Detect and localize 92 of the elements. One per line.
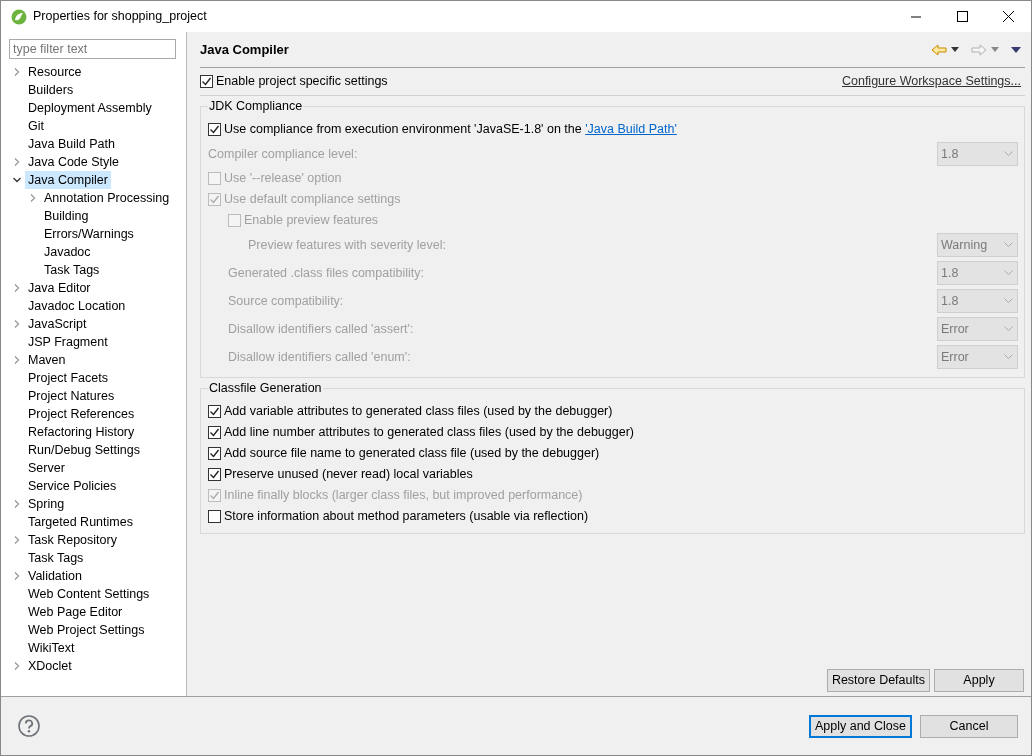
combo-label: Generated .class files compatibility: <box>228 264 424 282</box>
tree-item[interactable]: Annotation Processing <box>41 189 173 207</box>
checkbox-label: Use default compliance settings <box>224 191 401 209</box>
tree-item[interactable]: Project Natures <box>25 387 118 405</box>
dialog-button[interactable]: Apply and Close <box>808 714 912 738</box>
checkbox[interactable] <box>208 468 221 481</box>
tree-item[interactable]: Validation <box>25 567 85 585</box>
checkbox-label: Add variable attributes to generated class files (used by the debugger) <box>224 403 613 421</box>
leaf-logo-icon <box>11 8 27 25</box>
page-title: Java Compiler <box>200 40 289 59</box>
tree-item[interactable]: Javadoc <box>41 243 94 261</box>
window-title: Properties for shopping_project <box>33 8 207 26</box>
tree-item[interactable]: Web Content Settings <box>25 585 153 603</box>
configure-workspace-link[interactable]: Configure Workspace Settings... <box>841 72 1021 91</box>
combo-label: Source compatibility: <box>228 292 344 310</box>
tree-item[interactable]: Java Editor <box>25 279 94 297</box>
tree-item[interactable]: Java Build Path <box>25 135 118 153</box>
chevron-right-icon[interactable] <box>13 500 21 508</box>
chevron-down-icon[interactable] <box>13 176 21 184</box>
chevron-down-icon <box>1004 151 1013 157</box>
apply-button[interactable]: Apply <box>934 669 1024 692</box>
caret-down-icon[interactable] <box>951 47 959 52</box>
tree-item[interactable]: Web Page Editor <box>25 603 126 621</box>
chevron-down-icon <box>1004 298 1013 304</box>
tree-item[interactable]: Java Code Style <box>25 153 123 171</box>
chevron-right-icon[interactable] <box>13 158 21 166</box>
combo-label: Disallow identifiers called 'enum': <box>228 348 411 366</box>
checkbox-label: Enable preview features <box>244 212 379 230</box>
help-icon[interactable] <box>18 715 40 737</box>
build-path-link[interactable]: 'Java Build Path' <box>585 122 677 137</box>
checkbox-label: Add source file name to generated class file (used by the debugger) <box>224 445 600 463</box>
checkbox-label: Inline finally blocks (larger class files, but improved performance) <box>224 487 583 505</box>
checkbox-label: Preserve unused (never read) local variables <box>224 466 473 484</box>
tree-item[interactable]: Java Compiler <box>25 171 111 189</box>
tree-item[interactable]: Spring <box>25 495 68 513</box>
tree-item[interactable]: Run/Debug Settings <box>25 441 143 459</box>
tree-item[interactable]: Task Tags <box>25 549 87 567</box>
tree-item[interactable]: Project Facets <box>25 369 111 387</box>
tree-item[interactable]: Errors/Warnings <box>41 225 137 243</box>
tree-item[interactable]: Resource <box>25 63 85 81</box>
tree-item[interactable]: Refactoring History <box>25 423 138 441</box>
chevron-right-icon[interactable] <box>13 68 21 76</box>
chevron-right-icon[interactable] <box>13 536 21 544</box>
tree-item[interactable]: Javadoc Location <box>25 297 129 315</box>
tree-item[interactable]: Server <box>25 459 68 477</box>
filter-field[interactable]: type filter text <box>9 39 176 59</box>
chevron-right-icon[interactable] <box>13 572 21 580</box>
maximize-icon[interactable] <box>956 11 968 22</box>
tree-item[interactable]: Targeted Runtimes <box>25 513 136 531</box>
checkbox-label: Add line number attributes to generated class files (used by the debugger) <box>224 424 634 442</box>
checkbox-label: Store information about method parameters (usable via reflection) <box>224 508 589 526</box>
close-icon[interactable] <box>1002 11 1014 22</box>
tree-item[interactable]: WikiText <box>25 639 78 657</box>
chevron-right-icon[interactable] <box>29 194 37 202</box>
dialog-button[interactable]: Cancel <box>920 714 1018 738</box>
checkbox[interactable] <box>208 426 221 439</box>
tree-item[interactable]: JSP Fragment <box>25 333 111 351</box>
tree-item[interactable]: Maven <box>25 351 69 369</box>
tree-item[interactable]: Task Repository <box>25 531 120 549</box>
chevron-down-icon <box>1004 270 1013 276</box>
tree-item[interactable]: XDoclet <box>25 657 75 675</box>
tree-item[interactable]: Task Tags <box>41 261 103 279</box>
tree-item[interactable]: Building <box>41 207 92 225</box>
view-menu-icon[interactable] <box>1011 46 1021 53</box>
tree-item[interactable]: Web Project Settings <box>25 621 148 639</box>
chevron-right-icon[interactable] <box>13 320 21 328</box>
group-title: JDK Compliance <box>208 98 304 114</box>
tree-item[interactable]: Git <box>25 117 47 135</box>
combo-label: Disallow identifiers called 'assert': <box>228 320 414 338</box>
checkbox-label: Use '--release' option <box>224 170 342 188</box>
combo-label: Compiler compliance level: <box>208 145 358 163</box>
tree-item[interactable]: Deployment Assembly <box>25 99 155 117</box>
checkbox[interactable] <box>200 75 213 88</box>
forward-arrow-icon[interactable] <box>971 43 987 56</box>
restore-defaults-button[interactable]: Restore Defaults <box>826 669 930 692</box>
checkbox-label: Use compliance from execution environment 'JavaSE-1.8' on the 'Java Build Path' <box>224 121 677 139</box>
tree-item[interactable]: JavaScript <box>25 315 90 333</box>
checkbox[interactable] <box>208 123 221 136</box>
combo-label: Preview features with severity level: <box>248 236 446 254</box>
chevron-right-icon[interactable] <box>13 662 21 670</box>
tree-item[interactable]: Service Policies <box>25 477 120 495</box>
chevron-right-icon[interactable] <box>13 284 21 292</box>
chevron-down-icon <box>1004 354 1013 360</box>
checkbox[interactable] <box>208 405 221 418</box>
chevron-right-icon[interactable] <box>13 356 21 364</box>
chevron-down-icon <box>1004 326 1013 332</box>
checkbox[interactable] <box>208 510 221 523</box>
tree-item[interactable]: Project References <box>25 405 138 423</box>
checkbox-label: Enable project specific settings <box>216 73 388 91</box>
chevron-down-icon <box>1004 242 1013 248</box>
checkbox[interactable] <box>208 447 221 460</box>
tree-item[interactable]: Builders <box>25 81 77 99</box>
